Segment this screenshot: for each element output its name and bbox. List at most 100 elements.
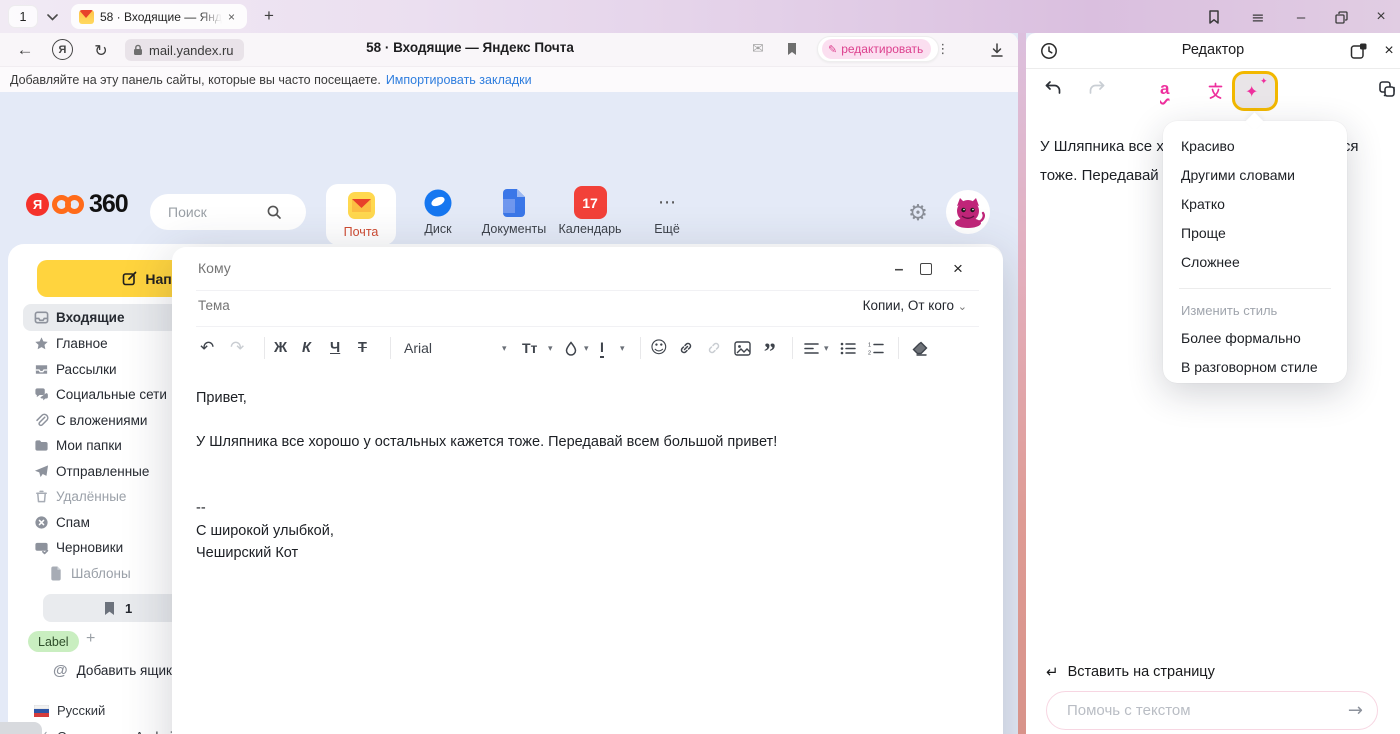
tab-close-icon[interactable]: × <box>228 10 235 24</box>
message-body[interactable]: Привет, У Шляпника все хорошо у остальны… <box>196 387 976 564</box>
chevron-down-icon[interactable]: ▾ <box>620 335 625 361</box>
inbox-icon <box>33 310 49 326</box>
italic-button[interactable]: К <box>302 335 311 361</box>
close-panel-icon[interactable]: × <box>1378 39 1400 63</box>
text-color-button[interactable]: I <box>600 338 604 358</box>
editor-panel-title: Редактор <box>1026 42 1400 58</box>
at-icon: @ <box>53 662 68 679</box>
redo-icon[interactable] <box>1084 75 1110 101</box>
maximize-compose-icon[interactable] <box>920 263 932 275</box>
bookmarks-hint: Добавляйте на эту панель сайты, которые … <box>10 73 381 87</box>
align-icon[interactable] <box>804 335 819 361</box>
menu-icon[interactable]: ≡ <box>1246 5 1270 29</box>
refresh-icon[interactable]: ↻ <box>90 39 112 61</box>
ai-prompt-input[interactable] <box>1065 701 1348 720</box>
ai-improve-button-highlighted[interactable]: ✦ ✦ <box>1232 71 1278 111</box>
app-calendar[interactable]: 17 Календарь <box>554 186 626 236</box>
cc-from-toggle[interactable]: Копии, От кого ⌄ <box>172 298 967 313</box>
menu-item[interactable]: Другими словами <box>1163 160 1347 189</box>
numbered-list-icon[interactable]: 12 <box>868 335 884 361</box>
back-icon[interactable]: ← <box>14 39 36 61</box>
sidebar-footer-link[interactable]: Скачать для Android <box>23 724 183 734</box>
fill-color-button[interactable] <box>564 335 578 361</box>
url-text: mail.yandex.ru <box>149 43 234 58</box>
bookmark-panel-icon[interactable] <box>1202 5 1226 29</box>
add-label-button[interactable]: + <box>86 630 95 648</box>
yandex-logo-icon[interactable]: Я <box>52 39 73 60</box>
close-window-icon[interactable]: × <box>1369 5 1393 29</box>
app-disk[interactable]: Диск <box>402 186 474 236</box>
mail-notify-icon[interactable]: ✉ <box>748 40 768 58</box>
sidebar-footer-link[interactable]: Русский <box>23 698 183 724</box>
image-icon[interactable] <box>734 335 751 361</box>
new-tab-button[interactable]: + <box>256 3 282 29</box>
spellcheck-button[interactable]: а <box>1160 79 1169 99</box>
edit-mode-pill[interactable]: ✎ редактировать ⋮ <box>817 36 939 62</box>
minimize-compose-icon[interactable]: – <box>890 261 908 279</box>
submit-arrow-icon[interactable]: → <box>1348 700 1363 721</box>
browser-tab[interactable]: 58 · Входящие — Яндекс Почта × <box>71 4 247 29</box>
menu-item[interactable]: Более формально <box>1163 323 1347 352</box>
bold-button[interactable]: Ж <box>274 335 287 361</box>
more-options-icon[interactable]: ⋮ <box>936 42 949 57</box>
import-bookmarks-link[interactable]: Импортировать закладки <box>386 73 532 87</box>
chevron-down-icon[interactable]: ▾ <box>584 335 589 361</box>
eraser-icon[interactable] <box>912 335 928 361</box>
menu-item[interactable]: В разговорном стиле <box>1163 352 1347 381</box>
search-input[interactable] <box>166 203 266 221</box>
chevron-down-icon[interactable]: ▾ <box>824 335 829 361</box>
translate-button[interactable] <box>1202 77 1228 103</box>
font-family-select[interactable]: Arial <box>404 335 432 361</box>
app-more[interactable]: ⋯ Ещё <box>631 186 703 236</box>
avatar[interactable] <box>946 190 990 234</box>
font-size-select[interactable]: Tт <box>522 335 537 361</box>
app-mail[interactable]: Почта <box>326 184 396 245</box>
tab-counter-button[interactable]: 1 <box>8 5 38 28</box>
undo-icon[interactable] <box>1040 75 1066 101</box>
menu-item[interactable]: Красиво <box>1163 131 1347 160</box>
copy-icon[interactable] <box>1376 78 1398 100</box>
menu-item[interactable]: Проще <box>1163 218 1347 247</box>
mail-page: Я 360 Почта Диск <box>0 92 1018 734</box>
quote-icon[interactable]: „ <box>764 327 776 353</box>
app-documents[interactable]: Документы <box>478 186 550 236</box>
to-field[interactable] <box>196 259 596 277</box>
chevron-down-icon[interactable]: ▾ <box>502 335 507 361</box>
chevron-down-icon[interactable] <box>42 8 62 26</box>
url-field[interactable]: mail.yandex.ru <box>125 39 244 61</box>
bookmark-icon[interactable] <box>782 40 802 58</box>
emoji-icon[interactable]: ☺ <box>650 335 668 361</box>
restore-window-icon[interactable] <box>1329 5 1353 29</box>
add-mailbox-link[interactable]: @ Добавить ящик <box>53 662 172 679</box>
chat-icon <box>33 387 49 403</box>
close-compose-icon[interactable]: × <box>948 258 968 280</box>
logo-suffix: 360 <box>89 190 128 219</box>
bookmarks-bar: Добавляйте на эту панель сайты, которые … <box>0 66 1018 92</box>
popout-window-icon[interactable] <box>1348 40 1370 62</box>
gear-icon[interactable]: ⚙ <box>905 200 931 226</box>
menu-item[interactable]: Кратко <box>1163 189 1347 218</box>
menu-item[interactable]: Сложнее <box>1163 247 1347 276</box>
sparkles-icon: ✦ <box>1260 77 1268 87</box>
unlink-icon[interactable] <box>706 335 722 361</box>
redo-icon[interactable]: ↷ <box>230 335 244 361</box>
compose-pencil-icon <box>122 271 137 286</box>
strikethrough-button[interactable]: Т <box>358 335 367 361</box>
underline-button[interactable]: Ч <box>330 335 340 361</box>
undo-icon[interactable]: ↶ <box>200 335 214 361</box>
chevron-down-icon[interactable]: ▾ <box>548 335 553 361</box>
bullet-list-icon[interactable] <box>840 335 856 361</box>
drafts-icon <box>33 540 49 556</box>
search-box[interactable] <box>150 194 306 230</box>
link-icon[interactable] <box>678 335 694 361</box>
bookmark-icon <box>103 601 116 616</box>
ai-prompt-box[interactable]: → <box>1046 691 1378 730</box>
download-icon[interactable] <box>986 39 1008 61</box>
divider <box>898 337 899 359</box>
edit-badge[interactable]: ✎ редактировать <box>822 39 931 59</box>
insert-to-page-button[interactable]: ↵ Вставить на страницу <box>1046 663 1215 681</box>
minimize-window-icon[interactable]: – <box>1289 5 1313 29</box>
panel-divider[interactable] <box>1018 33 1026 734</box>
label-tag[interactable]: Label <box>28 631 79 652</box>
yandex-360-logo[interactable]: Я 360 <box>26 190 128 219</box>
